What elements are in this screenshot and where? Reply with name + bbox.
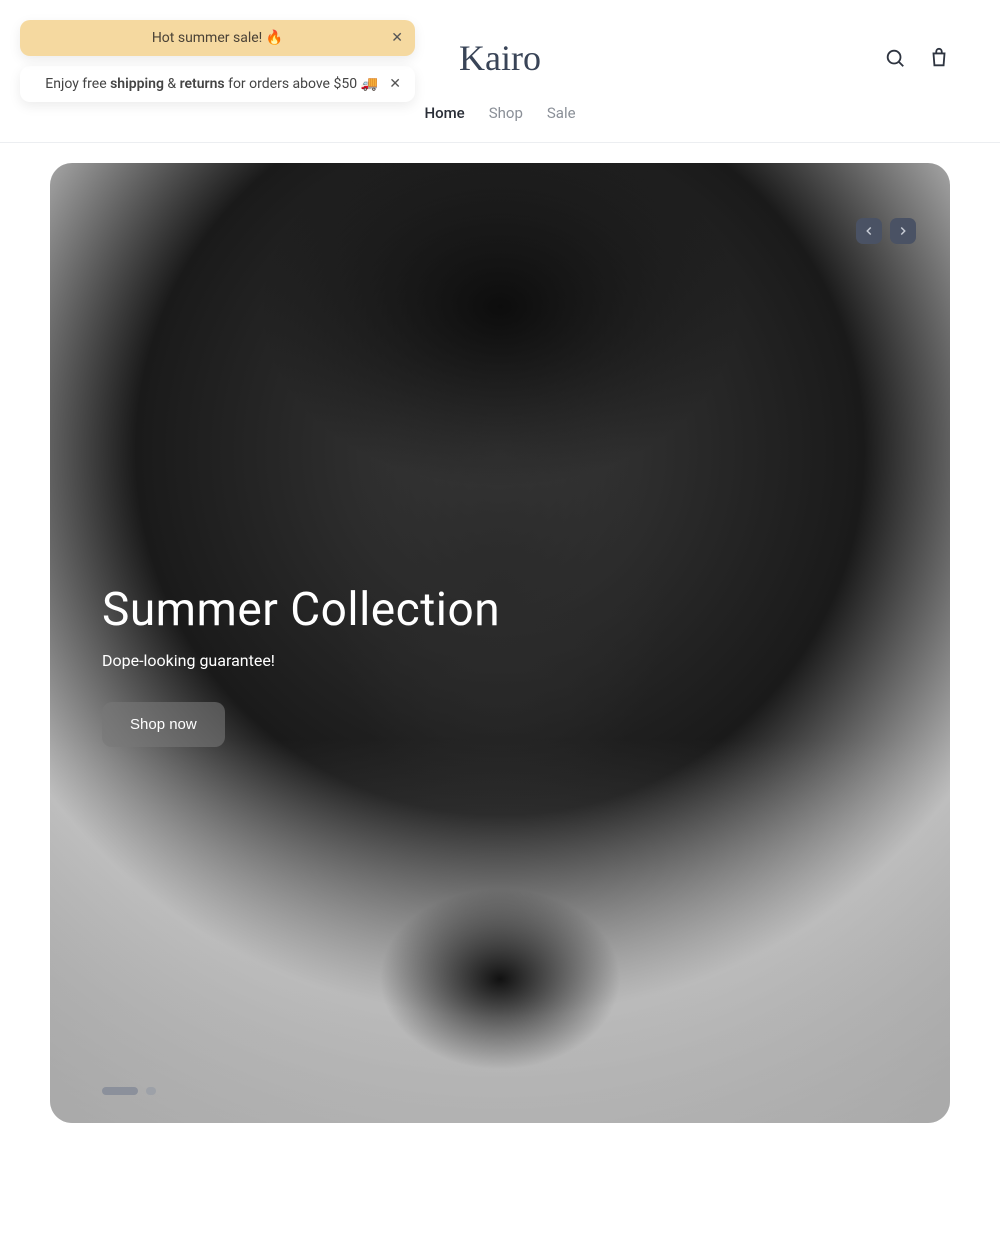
carousel-dots	[102, 1087, 156, 1095]
cart-icon[interactable]	[928, 47, 950, 69]
hero-carousel: Summer Collection Dope-looking guarantee…	[50, 163, 950, 1123]
toast-text: Enjoy free shipping & returns for orders…	[34, 76, 389, 92]
close-icon[interactable]: ✕	[389, 77, 401, 91]
hero-title: Summer Collection	[102, 583, 500, 637]
carousel-next-button[interactable]	[890, 218, 916, 244]
nav-sale[interactable]: Sale	[547, 104, 576, 122]
carousel-prev-button[interactable]	[856, 218, 882, 244]
search-icon[interactable]	[884, 47, 906, 69]
carousel-dot-2[interactable]	[146, 1087, 156, 1095]
nav-shop[interactable]: Shop	[489, 104, 523, 122]
toast-text: Hot summer sale! 🔥	[152, 30, 283, 46]
close-icon[interactable]: ✕	[391, 31, 403, 45]
nav-home[interactable]: Home	[424, 104, 464, 122]
carousel-dot-1[interactable]	[102, 1087, 138, 1095]
shop-now-button[interactable]: Shop now	[102, 702, 225, 747]
toast-summer-sale: Hot summer sale! 🔥 ✕	[20, 20, 415, 56]
brand-logo[interactable]: Kairo	[459, 37, 541, 79]
main-nav: Home Shop Sale	[424, 86, 575, 142]
hero-subtitle: Dope-looking guarantee!	[102, 651, 500, 670]
toast-free-shipping: Enjoy free shipping & returns for orders…	[20, 66, 415, 102]
